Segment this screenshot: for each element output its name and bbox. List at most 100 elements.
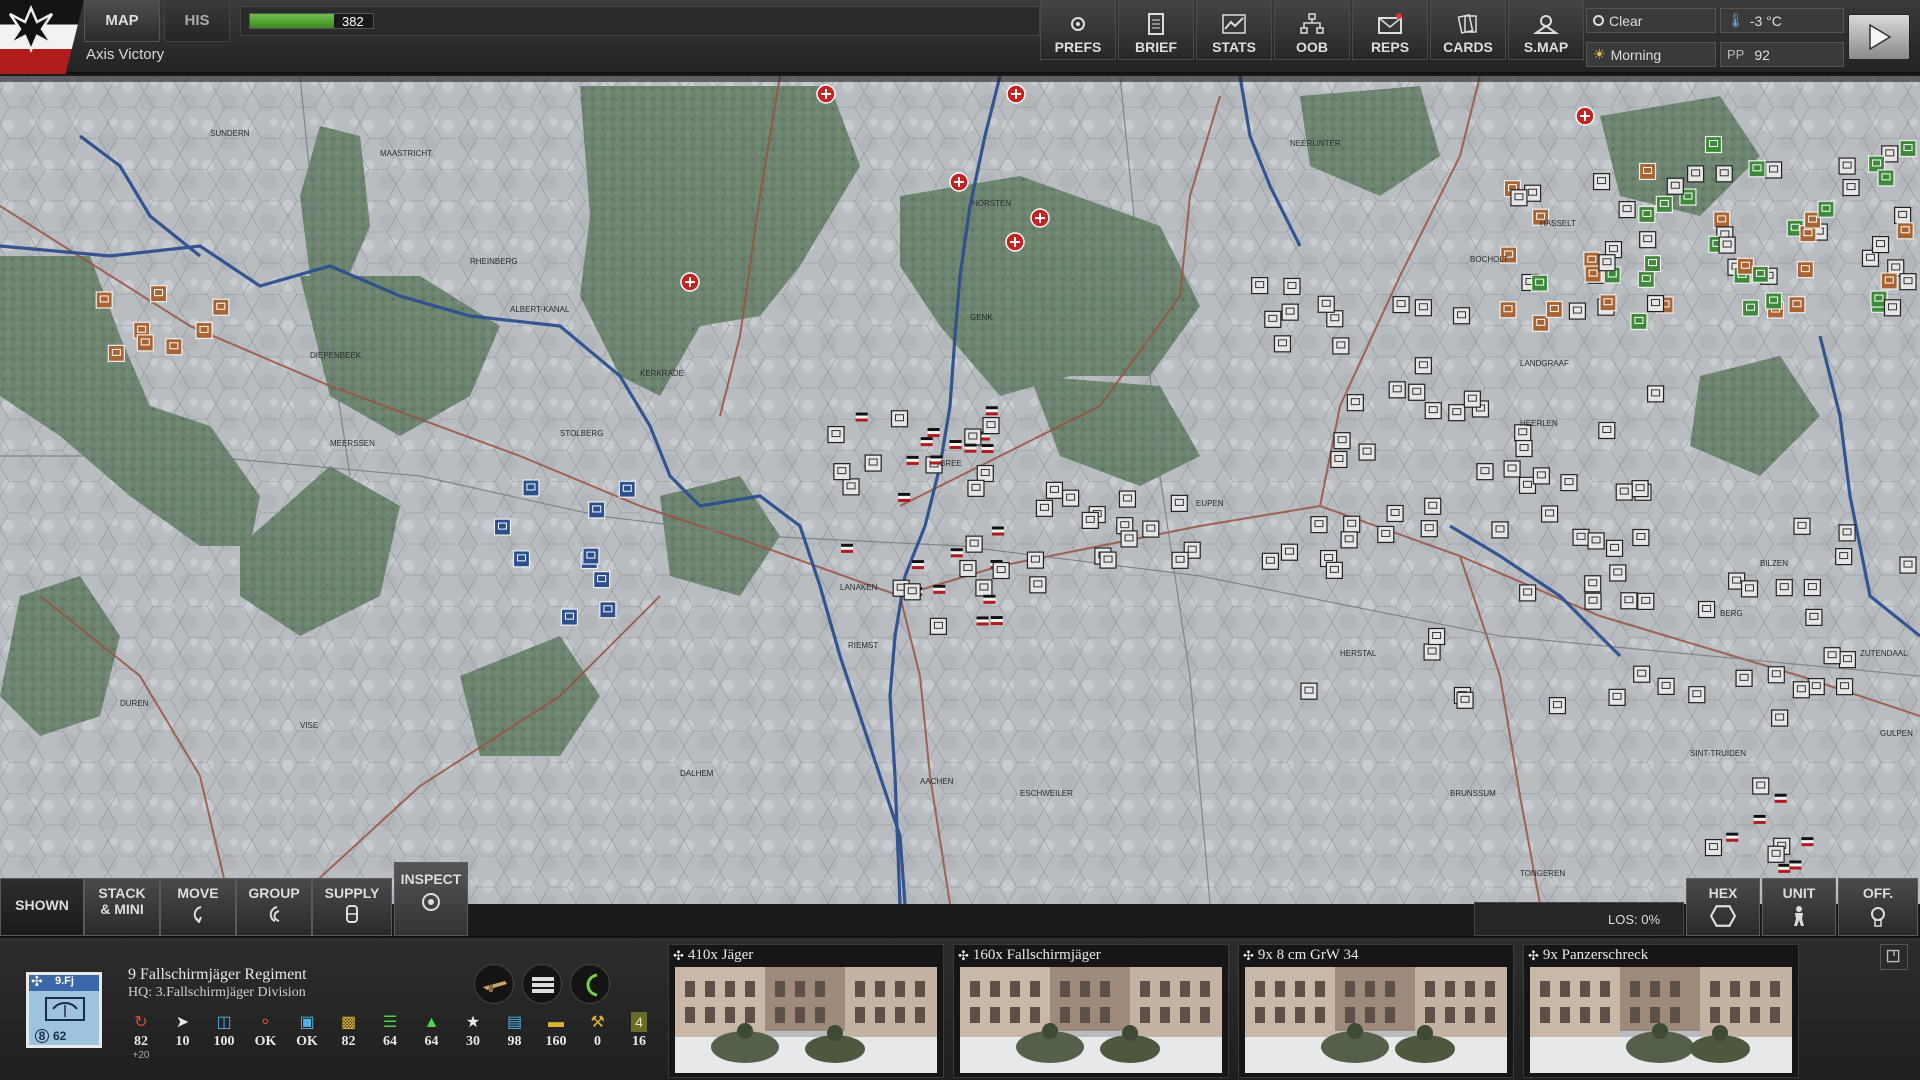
objective-marker[interactable] bbox=[1030, 208, 1050, 228]
unit-counter[interactable] bbox=[1568, 302, 1586, 320]
ammo-orders-button[interactable] bbox=[522, 964, 562, 1004]
unit-counter[interactable] bbox=[1026, 551, 1045, 569]
unit-counter[interactable] bbox=[1883, 299, 1902, 317]
weapon-orders-button[interactable] bbox=[474, 964, 514, 1004]
subunit-card[interactable]: ✣ 160x Fallschirmjäger bbox=[953, 944, 1229, 1078]
unit-counter[interactable] bbox=[1835, 547, 1853, 566]
unit-counter[interactable] bbox=[1803, 578, 1821, 597]
objective-marker[interactable] bbox=[816, 84, 836, 104]
unit-counter[interactable] bbox=[1424, 402, 1442, 420]
unit-counter[interactable] bbox=[1620, 592, 1638, 610]
unit-counter[interactable] bbox=[1793, 517, 1811, 535]
unit-counter[interactable] bbox=[1531, 274, 1549, 292]
unit-counter[interactable] bbox=[1788, 296, 1806, 314]
unit-counter[interactable] bbox=[1392, 295, 1410, 314]
unit-counter[interactable] bbox=[1170, 494, 1188, 512]
unit-counter[interactable] bbox=[1618, 201, 1636, 219]
unit-counter[interactable] bbox=[1817, 200, 1835, 218]
city-flag-marker[interactable] bbox=[985, 406, 998, 416]
unit-counter[interactable] bbox=[1715, 165, 1733, 183]
unit-counter[interactable] bbox=[1592, 173, 1611, 191]
unit-counter[interactable] bbox=[1842, 178, 1860, 197]
unit-counter[interactable] bbox=[1420, 520, 1438, 538]
unit-counter[interactable] bbox=[1741, 299, 1760, 317]
unit-counter[interactable] bbox=[1081, 511, 1099, 530]
unit-counter[interactable] bbox=[599, 601, 617, 619]
unit-counter[interactable] bbox=[965, 535, 983, 553]
unit-counter[interactable] bbox=[975, 579, 993, 597]
oob-button[interactable]: OOB bbox=[1274, 0, 1350, 60]
unit-counter[interactable] bbox=[1540, 505, 1559, 523]
unit-counter[interactable] bbox=[1655, 195, 1673, 213]
unit-counter[interactable] bbox=[1463, 390, 1481, 408]
unit-counter[interactable] bbox=[1273, 335, 1292, 353]
end-turn-button[interactable] bbox=[1848, 14, 1910, 60]
move-mode-button[interactable]: MOVE bbox=[160, 878, 236, 936]
city-flag-marker[interactable] bbox=[1726, 832, 1739, 842]
unit-counter[interactable] bbox=[1414, 357, 1432, 375]
unit-counter[interactable] bbox=[929, 617, 948, 635]
unit-counter[interactable] bbox=[593, 571, 611, 589]
prefs-button[interactable]: PREFS bbox=[1040, 0, 1116, 60]
unit-counter[interactable] bbox=[1752, 777, 1770, 795]
unit-counter[interactable] bbox=[1877, 169, 1895, 187]
cards-button[interactable]: CARDS bbox=[1430, 0, 1506, 60]
unit-counter[interactable] bbox=[1548, 697, 1567, 715]
unit-counter[interactable] bbox=[1899, 139, 1917, 158]
unit-counter[interactable] bbox=[1713, 211, 1731, 229]
tab-map[interactable]: MAP bbox=[84, 0, 160, 42]
unit-counter[interactable] bbox=[149, 285, 168, 303]
unit-counter[interactable] bbox=[1871, 235, 1890, 254]
stack-mini-button[interactable]: STACK & MINI bbox=[84, 878, 160, 936]
city-flag-marker[interactable] bbox=[841, 543, 854, 553]
unit-counter[interactable] bbox=[1264, 310, 1282, 328]
unit-counter[interactable] bbox=[1499, 301, 1517, 319]
group-mode-button[interactable]: GROUP bbox=[236, 878, 312, 936]
unit-counter[interactable] bbox=[1609, 564, 1627, 582]
unit-counter[interactable] bbox=[1560, 474, 1578, 492]
city-flag-marker[interactable] bbox=[933, 584, 946, 594]
unit-counter[interactable] bbox=[522, 479, 540, 497]
unit-counter[interactable] bbox=[1045, 481, 1064, 499]
hex-overlay-button[interactable]: HEX bbox=[1686, 878, 1760, 936]
unit-counter[interactable] bbox=[1805, 608, 1823, 626]
unit-overlay-button[interactable]: UNIT bbox=[1762, 878, 1836, 936]
city-flag-marker[interactable] bbox=[991, 526, 1004, 536]
reps-button[interactable]: REPS bbox=[1352, 0, 1428, 60]
map-canvas[interactable]: SUNDERN RHEINBERG ALBERT-KANAL DIEPENBEEK HO… bbox=[0, 76, 1920, 904]
unit-counter[interactable] bbox=[1608, 688, 1626, 706]
unit-counter[interactable] bbox=[1428, 627, 1446, 646]
unit-counter[interactable] bbox=[1637, 592, 1655, 610]
panel-toggle-button[interactable] bbox=[1880, 944, 1908, 970]
unit-counter[interactable] bbox=[588, 501, 606, 519]
city-flag-marker[interactable] bbox=[983, 594, 996, 604]
unit-counter[interactable] bbox=[1633, 665, 1651, 683]
unit-counter[interactable] bbox=[1452, 307, 1471, 325]
city-flag-marker[interactable] bbox=[976, 616, 989, 626]
unit-counter[interactable] bbox=[1120, 530, 1138, 548]
unit-counter[interactable] bbox=[136, 334, 154, 352]
unit-counter[interactable] bbox=[1688, 686, 1706, 704]
unit-counter[interactable] bbox=[1062, 489, 1080, 507]
unit-counter[interactable] bbox=[1171, 551, 1189, 569]
unit-counter[interactable] bbox=[1899, 273, 1917, 291]
unit-counter[interactable] bbox=[1035, 499, 1054, 517]
unit-counter[interactable] bbox=[1386, 504, 1404, 523]
unit-counter[interactable] bbox=[1448, 404, 1466, 422]
unit-counter[interactable] bbox=[992, 561, 1010, 580]
unit-counter[interactable] bbox=[1598, 254, 1616, 272]
unit-counter[interactable] bbox=[1029, 576, 1047, 594]
city-flag-marker[interactable] bbox=[1789, 860, 1802, 870]
unit-counter[interactable] bbox=[165, 338, 183, 356]
unit-counter[interactable] bbox=[1796, 261, 1814, 279]
unit-counter[interactable] bbox=[1325, 561, 1343, 579]
unit-counter[interactable] bbox=[1358, 443, 1376, 461]
city-flag-marker[interactable] bbox=[990, 616, 1003, 626]
unit-counter[interactable] bbox=[1765, 292, 1783, 310]
unit-counter[interactable] bbox=[982, 417, 1000, 435]
unit-counter[interactable] bbox=[1638, 162, 1657, 181]
unit-counter[interactable] bbox=[493, 518, 512, 536]
city-flag-marker[interactable] bbox=[950, 548, 963, 558]
officer-overlay-button[interactable]: OFF. bbox=[1838, 878, 1918, 936]
unit-counter[interactable] bbox=[1751, 265, 1770, 283]
